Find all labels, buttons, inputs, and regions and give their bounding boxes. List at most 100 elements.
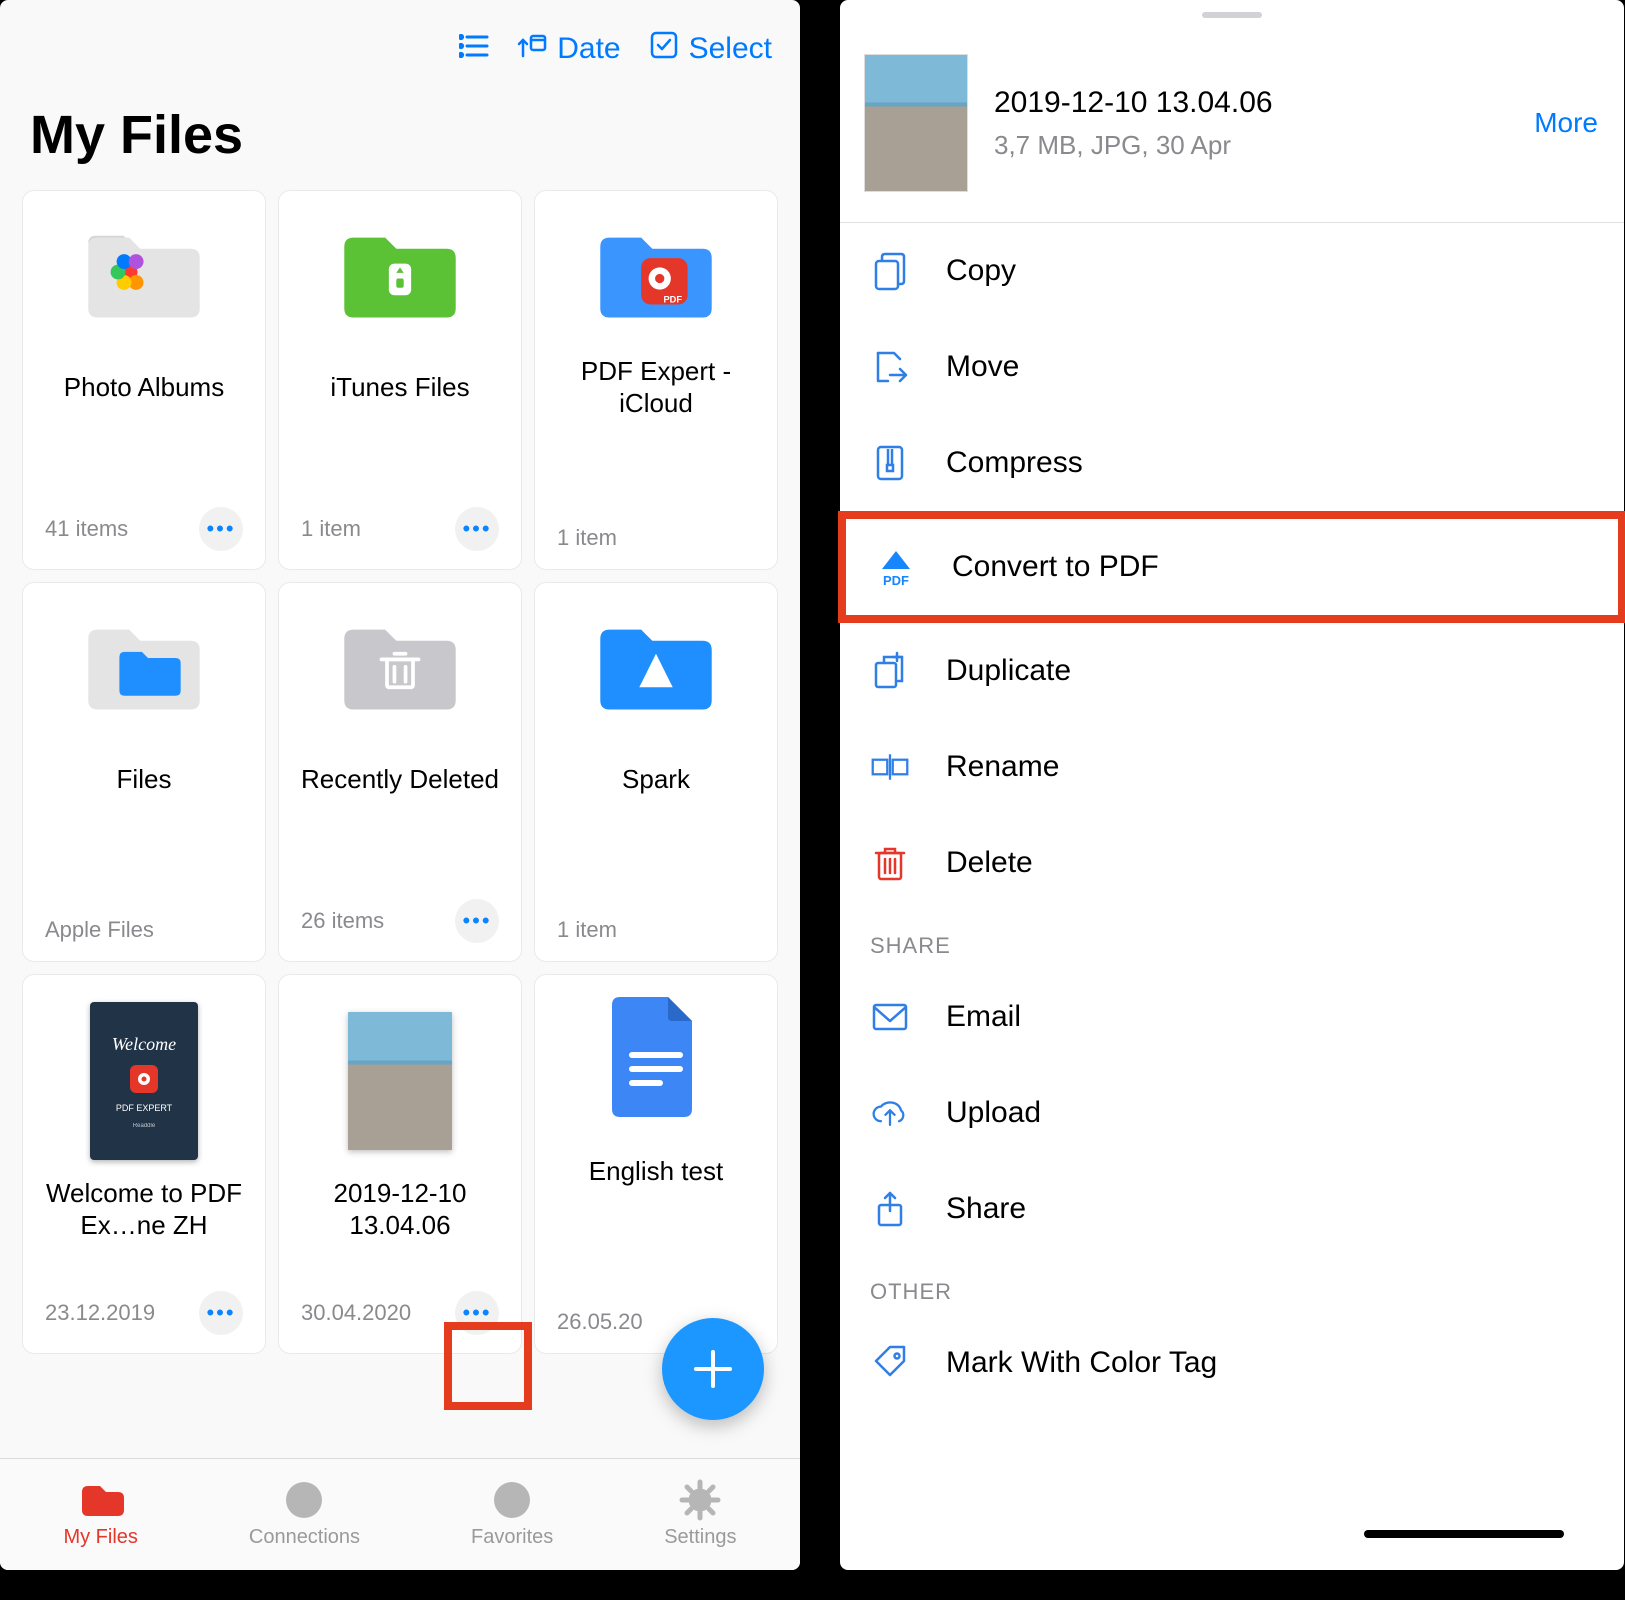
select-button[interactable]: Select bbox=[649, 30, 772, 68]
tile-footer: 23.12.2019••• bbox=[37, 1281, 251, 1339]
tab-label: Favorites bbox=[471, 1526, 553, 1549]
file-info: 2019-12-10 13.04.06 3,7 MB, JPG, 30 Apr bbox=[994, 86, 1508, 161]
action-label: Email bbox=[946, 1000, 1021, 1034]
file-tile[interactable]: 2019-12-10 13.04.0630.04.2020••• bbox=[278, 974, 522, 1354]
more-button[interactable]: ••• bbox=[199, 1291, 243, 1335]
photo-thumb bbox=[335, 1001, 465, 1161]
folder-green-thumb bbox=[335, 217, 465, 327]
action-label: Mark With Color Tag bbox=[946, 1346, 1217, 1380]
file-meta: 3,7 MB, JPG, 30 Apr bbox=[994, 130, 1508, 161]
compress-icon bbox=[870, 443, 910, 483]
folder-spark-thumb bbox=[591, 609, 721, 719]
convert-pdf-icon: PDF bbox=[876, 547, 916, 587]
file-tile[interactable]: WelcomePDF EXPERTReaddleWelcome to PDF E… bbox=[22, 974, 266, 1354]
tab-icon bbox=[486, 1480, 538, 1520]
folder-photos-thumb bbox=[79, 217, 209, 327]
tab-label: My Files bbox=[63, 1526, 137, 1549]
other-section-label: OTHER bbox=[840, 1257, 1624, 1315]
left-screen: Date Select My Files Photo Albums 41 item… bbox=[0, 0, 800, 1570]
tile-meta: 30.04.2020 bbox=[301, 1300, 411, 1326]
sort-date-button[interactable]: Date bbox=[517, 30, 620, 68]
tile-footer: 1 item bbox=[549, 907, 763, 947]
tile-name: PDF Expert - iCloud bbox=[549, 353, 763, 421]
sort-label: Date bbox=[557, 32, 620, 66]
action-label: Upload bbox=[946, 1096, 1041, 1130]
action-label: Rename bbox=[946, 750, 1059, 784]
tile-name: iTunes Files bbox=[330, 353, 469, 421]
sort-icon bbox=[517, 30, 547, 68]
tab-connections[interactable]: Connections bbox=[249, 1480, 360, 1549]
tab-my-files[interactable]: My Files bbox=[63, 1480, 137, 1549]
file-tile[interactable]: Recently Deleted 26 items ••• bbox=[278, 582, 522, 962]
action-convert-to-pdf[interactable]: PDF Convert to PDF bbox=[838, 511, 1625, 623]
file-tile[interactable]: Files Apple Files bbox=[22, 582, 266, 962]
tile-name: Recently Deleted bbox=[301, 745, 499, 813]
doc-thumb bbox=[591, 1001, 721, 1111]
tile-meta: Apple Files bbox=[45, 917, 154, 943]
sheet-handle[interactable] bbox=[1202, 12, 1262, 18]
action-delete[interactable]: Delete bbox=[840, 815, 1624, 911]
tile-footer: Apple Files bbox=[37, 907, 251, 947]
action-move[interactable]: Move bbox=[840, 319, 1624, 415]
folder-blue-thumb bbox=[79, 609, 209, 719]
folder-trash-thumb bbox=[335, 609, 465, 719]
tile-name: English test bbox=[589, 1137, 723, 1205]
tile-name: Welcome to PDF Ex…ne ZH bbox=[37, 1175, 251, 1243]
tile-footer: 1 item bbox=[549, 515, 763, 555]
action-label: Convert to PDF bbox=[952, 550, 1159, 584]
action-mark-with-color-tag[interactable]: Mark With Color Tag bbox=[840, 1315, 1624, 1411]
actions-list: Copy Move Compress PDF Convert to PDF Duplica… bbox=[840, 223, 1624, 911]
duplicate-icon bbox=[870, 651, 910, 691]
tab-icon bbox=[278, 1480, 330, 1520]
tab-settings[interactable]: Settings bbox=[664, 1480, 736, 1549]
tile-footer: 30.04.2020 ••• bbox=[293, 1281, 507, 1339]
action-compress[interactable]: Compress bbox=[840, 415, 1624, 511]
move-icon bbox=[870, 347, 910, 387]
file-tile[interactable]: Spark 1 item bbox=[534, 582, 778, 962]
toolbar: Date Select bbox=[0, 0, 800, 80]
svg-text:PDF: PDF bbox=[663, 295, 682, 305]
add-button[interactable] bbox=[662, 1318, 764, 1420]
file-header: 2019-12-10 13.04.06 3,7 MB, JPG, 30 Apr … bbox=[840, 24, 1624, 222]
more-button[interactable]: ••• bbox=[199, 507, 243, 551]
action-share[interactable]: Share bbox=[840, 1161, 1624, 1257]
delete-icon bbox=[870, 843, 910, 883]
more-button[interactable]: ••• bbox=[455, 507, 499, 551]
tile-meta: 41 items bbox=[45, 516, 128, 542]
tab-icon bbox=[75, 1480, 127, 1520]
more-button[interactable]: ••• bbox=[455, 899, 499, 943]
tab-favorites[interactable]: Favorites bbox=[471, 1480, 553, 1549]
share-actions-list: Email Upload Share bbox=[840, 969, 1624, 1257]
page-title: My Files bbox=[0, 80, 800, 190]
action-copy[interactable]: Copy bbox=[840, 223, 1624, 319]
view-list-button[interactable] bbox=[459, 32, 489, 66]
action-label: Move bbox=[946, 350, 1019, 384]
file-tile[interactable]: English test26.05.20 bbox=[534, 974, 778, 1354]
list-icon bbox=[459, 32, 489, 66]
action-label: Duplicate bbox=[946, 654, 1071, 688]
action-rename[interactable]: Rename bbox=[840, 719, 1624, 815]
tile-name: Files bbox=[117, 745, 172, 813]
action-duplicate[interactable]: Duplicate bbox=[840, 623, 1624, 719]
more-link[interactable]: More bbox=[1534, 107, 1598, 139]
action-email[interactable]: Email bbox=[840, 969, 1624, 1065]
tab-label: Connections bbox=[249, 1526, 360, 1549]
tile-footer: 26 items ••• bbox=[293, 889, 507, 947]
file-thumbnail bbox=[864, 54, 968, 192]
tile-name: Spark bbox=[622, 745, 690, 813]
tag-icon bbox=[870, 1343, 910, 1383]
tile-name: Photo Albums bbox=[64, 353, 224, 421]
file-tile[interactable]: iTunes Files1 item••• bbox=[278, 190, 522, 570]
action-label: Copy bbox=[946, 254, 1016, 288]
action-label: Compress bbox=[946, 446, 1083, 480]
file-tile[interactable]: Photo Albums 41 items ••• bbox=[22, 190, 266, 570]
files-grid: Photo Albums41 items•••iTunes Files1 ite… bbox=[0, 190, 800, 1394]
tile-meta: 26 items bbox=[301, 908, 384, 934]
other-actions-list: Mark With Color Tag bbox=[840, 1315, 1624, 1411]
copy-icon bbox=[870, 251, 910, 291]
rename-icon bbox=[870, 747, 910, 787]
action-label: Share bbox=[946, 1192, 1026, 1226]
file-tile[interactable]: PDF PDF Expert - iCloud 1 item bbox=[534, 190, 778, 570]
more-button[interactable]: ••• bbox=[455, 1291, 499, 1335]
action-upload[interactable]: Upload bbox=[840, 1065, 1624, 1161]
